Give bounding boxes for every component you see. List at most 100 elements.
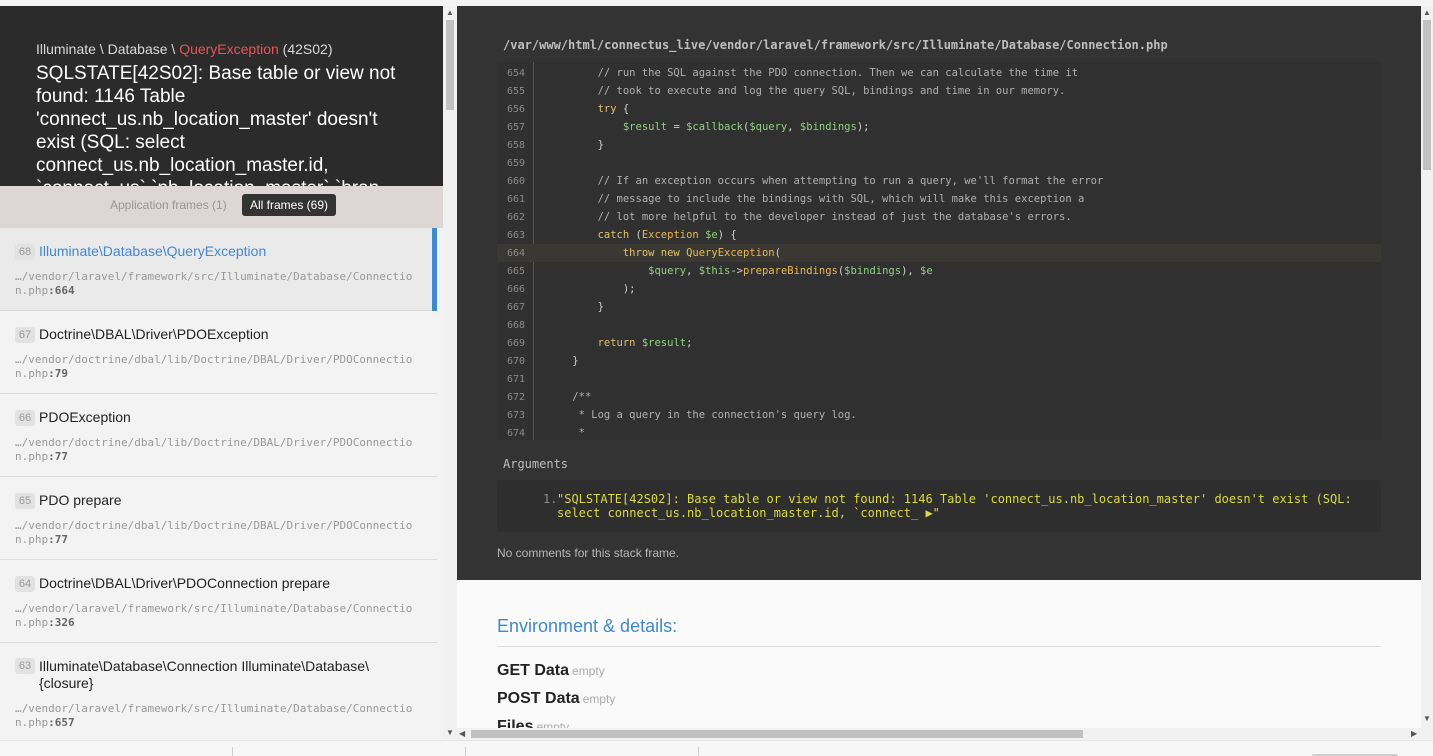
details-panel: /var/www/html/connectus_live/vendor/lara… <box>457 6 1421 728</box>
env-row-get-data: GET Data empty <box>497 662 605 680</box>
frame-class: Doctrine\DBAL\Driver\PDOException <box>39 326 269 342</box>
frame-item[interactable]: 67 Doctrine\DBAL\Driver\PDOException …/ve… <box>0 311 437 394</box>
code-line: 660 // If an exception occurs when attem… <box>506 175 1104 187</box>
frame-item[interactable]: 66 PDOException …/vendor/doctrine/dbal/li… <box>0 394 437 477</box>
frame-path: …/vendor/doctrine/dbal/lib/Doctrine/DBAL… <box>15 353 413 380</box>
code-line: 673 * Log a query in the connection's qu… <box>506 409 857 421</box>
code-line: 655 // took to execute and log the query… <box>506 85 1066 97</box>
code-line: 658 } <box>506 139 604 151</box>
tab-application-frames[interactable]: Application frames (1) <box>110 198 227 212</box>
scroll-down-icon[interactable]: ▼ <box>446 728 454 738</box>
exception-class: Illuminate \ Database \ QueryException (… <box>36 40 407 58</box>
frame-index: 64 <box>15 576 35 592</box>
divider <box>698 747 699 756</box>
code-line: 669 return $result; <box>506 337 693 349</box>
frame-index: 68 <box>15 244 35 260</box>
code-line: 661 // message to include the bindings w… <box>506 193 1085 205</box>
exception-message: SQLSTATE[42S02]: Base table or view not … <box>36 63 396 186</box>
frame-class: Illuminate\Database\QueryException <box>39 243 267 259</box>
scroll-right-icon[interactable]: ▶ <box>1411 729 1417 739</box>
code-line: 666 ); <box>506 283 636 295</box>
frame-file: …/vendor/laravel/framework/src/Illuminat… <box>15 602 423 630</box>
frames-list: 68 Illuminate\Database\QueryException …/v… <box>0 228 437 740</box>
environment-section: Environment & details: GET Data empty POS… <box>457 580 1421 728</box>
scroll-left-icon[interactable]: ◀ <box>459 729 465 739</box>
frame-path: …/vendor/doctrine/dbal/lib/Doctrine/DBAL… <box>15 436 413 463</box>
scroll-up-icon[interactable]: ▲ <box>1423 8 1431 18</box>
tab-all-frames[interactable]: All frames (69) <box>242 194 337 216</box>
code-line: 665 $query, $this->prepareBindings($bind… <box>506 265 933 277</box>
code-line-active: 664 throw new QueryException( <box>497 244 1381 262</box>
arguments-box: 1. "SQLSTATE[42S02]: Base table or view … <box>497 480 1381 532</box>
env-label: GET Data <box>497 662 570 679</box>
frame-line: :664 <box>48 284 75 297</box>
frame-item[interactable]: 65 PDO prepare …/vendor/doctrine/dbal/lib… <box>0 477 437 560</box>
frame-class: Illuminate\Database\Connection Illuminat… <box>39 658 369 691</box>
env-status: empty <box>582 692 616 706</box>
frames-scrollbar[interactable]: ▲ ▼ <box>443 6 457 740</box>
frame-item[interactable]: 64 Doctrine\DBAL\Driver\PDOConnection pre… <box>0 560 437 643</box>
frame-class: PDO prepare <box>39 492 122 508</box>
frame-class: Doctrine\DBAL\Driver\PDOConnection prepa… <box>39 575 331 591</box>
divider <box>232 747 233 756</box>
code-line: 670 } <box>506 355 579 367</box>
argument-number: 1. <box>543 492 558 506</box>
argument-value[interactable]: "SQLSTATE[42S02]: Base table or view not… <box>557 492 1367 520</box>
code-viewer: /var/www/html/connectus_live/vendor/lara… <box>457 6 1421 580</box>
frame-file: …/vendor/doctrine/dbal/lib/Doctrine/DBAL… <box>15 353 423 381</box>
frame-comments: No comments for this stack frame. <box>497 546 680 560</box>
exception-header: Illuminate \ Database \ QueryException (… <box>0 6 443 186</box>
scrollbar-thumb[interactable] <box>1423 20 1431 170</box>
frame-path: …/vendor/doctrine/dbal/lib/Doctrine/DBAL… <box>15 519 413 546</box>
code-line: 654 // run the SQL against the PDO conne… <box>506 67 1079 79</box>
code-line: 672 /** <box>506 391 592 403</box>
frame-line: :77 <box>48 533 68 546</box>
bottom-bar <box>0 740 1433 756</box>
frame-item[interactable]: 63 Illuminate\Database\Connection Illumin… <box>0 643 437 740</box>
env-label: POST Data <box>497 690 580 707</box>
frame-file: …/vendor/doctrine/dbal/lib/Doctrine/DBAL… <box>15 436 423 464</box>
scrollbar-thumb[interactable] <box>446 20 454 110</box>
frame-item[interactable]: 68 Illuminate\Database\QueryException …/v… <box>0 228 437 311</box>
scrollbar-corner <box>1421 728 1433 740</box>
exception-class-name: QueryException <box>179 41 279 57</box>
code-line: 663 catch (Exception $e) { <box>506 229 737 241</box>
code-line: 667 } <box>506 301 604 313</box>
env-status: empty <box>536 720 570 728</box>
code-line: 656 try { <box>506 103 630 115</box>
env-status: empty <box>572 664 605 678</box>
scroll-down-icon[interactable]: ▼ <box>1423 714 1431 724</box>
frame-line: :79 <box>48 367 68 380</box>
environment-title: Environment & details: <box>497 616 678 636</box>
frames-tabs: Application frames (1) All frames (69) <box>0 186 443 228</box>
environment-divider <box>497 646 1381 647</box>
frame-file: …/vendor/laravel/framework/src/Illuminat… <box>15 270 423 298</box>
code-block: 654 // run the SQL against the PDO conne… <box>497 62 1381 440</box>
frame-line: :77 <box>48 450 68 463</box>
code-line: 662 // lot more helpful to the developer… <box>506 211 1072 223</box>
frame-line: :326 <box>48 616 75 629</box>
frame-index: 66 <box>15 410 35 426</box>
file-path[interactable]: /var/www/html/connectus_live/vendor/lara… <box>503 38 1168 52</box>
code-line: 668 <box>506 320 525 331</box>
frame-class: PDOException <box>39 409 131 425</box>
env-label: Files <box>497 718 534 728</box>
arguments-label: Arguments <box>503 457 569 471</box>
scroll-up-icon[interactable]: ▲ <box>446 8 454 18</box>
code-line: 657 $result = $callback($query, $binding… <box>506 121 870 133</box>
frame-index: 65 <box>15 493 35 509</box>
frame-line: :657 <box>48 716 75 729</box>
code-line: 671 <box>506 374 525 385</box>
frame-index: 63 <box>15 658 35 674</box>
exception-code: (42S02) <box>278 41 333 57</box>
scrollbar-thumb[interactable] <box>471 730 1083 738</box>
horizontal-scrollbar[interactable]: ◀ ▶ <box>457 728 1421 740</box>
env-row-post-data: POST Data empty <box>497 690 615 708</box>
frame-file: …/vendor/laravel/framework/src/Illuminat… <box>15 702 423 730</box>
stack-panel: Illuminate \ Database \ QueryException (… <box>0 6 443 740</box>
exception-namespace: Illuminate \ Database \ <box>36 41 180 57</box>
divider <box>465 747 466 756</box>
code-line: 659 <box>506 158 525 169</box>
code-line: 674 * <box>506 427 585 439</box>
details-scrollbar[interactable]: ▲ ▼ <box>1421 6 1433 728</box>
